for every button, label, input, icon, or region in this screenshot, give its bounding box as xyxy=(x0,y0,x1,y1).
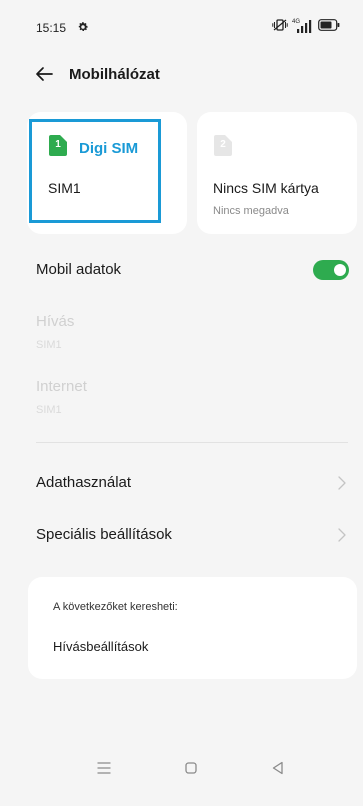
special-settings-label: Speciális beállítások xyxy=(36,526,172,543)
search-suggestions-card: A következőket keresheti: Hívásbeállítás… xyxy=(28,577,357,679)
sim-empty-title: Nincs SIM kártya xyxy=(213,180,319,196)
sim-card-2[interactable]: 2 Nincs SIM kártya Nincs megadva xyxy=(197,112,357,234)
internet-label: Internet xyxy=(36,378,87,395)
sim-slot-label: SIM1 xyxy=(48,180,81,196)
calls-sim-sub: SIM1 xyxy=(36,339,62,351)
gear-icon xyxy=(77,20,89,32)
navigation-bar xyxy=(0,748,363,788)
chevron-right-icon xyxy=(337,475,347,491)
sim-card-empty-icon: 2 xyxy=(214,135,232,156)
arrow-left-icon[interactable] xyxy=(32,62,56,86)
calls-label: Hívás xyxy=(36,313,75,330)
internet-sim-sub: SIM1 xyxy=(36,404,62,416)
sim-slot-number: 2 xyxy=(220,139,226,150)
sim-empty-subtitle: Nincs megadva xyxy=(213,205,289,217)
page-title: Mobilhálózat xyxy=(69,66,160,83)
back-triangle-icon[interactable] xyxy=(264,754,292,782)
suggestions-heading: A következőket keresheti: xyxy=(53,601,178,613)
sim-carrier-name: Digi SIM xyxy=(79,140,139,157)
sim-card-icon: 1 xyxy=(49,135,67,156)
home-icon[interactable] xyxy=(177,754,205,782)
status-icons: 4G xyxy=(272,18,340,36)
header: Mobilhálózat xyxy=(0,58,363,94)
chevron-right-icon xyxy=(337,527,347,543)
mobile-data-toggle[interactable] xyxy=(313,260,349,280)
mobile-data-label: Mobil adatok xyxy=(36,261,122,278)
vibrate-icon xyxy=(272,18,288,36)
battery-icon xyxy=(318,18,340,36)
data-usage-label: Adathasználat xyxy=(36,474,132,491)
status-time: 15:15 xyxy=(36,21,67,35)
screen: 15:15 4G Mobilhálózat 1 Digi SIM SIM1 2 … xyxy=(0,0,363,806)
network-4g-icon: 4G xyxy=(292,19,314,34)
divider xyxy=(36,442,348,443)
toggle-knob xyxy=(334,264,346,276)
status-bar: 15:15 4G xyxy=(0,0,363,36)
menu-icon[interactable] xyxy=(90,754,118,782)
sim-slot-number: 1 xyxy=(55,139,61,150)
sim-card-1[interactable]: 1 Digi SIM SIM1 xyxy=(27,112,187,234)
suggestion-call-settings[interactable]: Hívásbeállítások xyxy=(53,639,148,654)
